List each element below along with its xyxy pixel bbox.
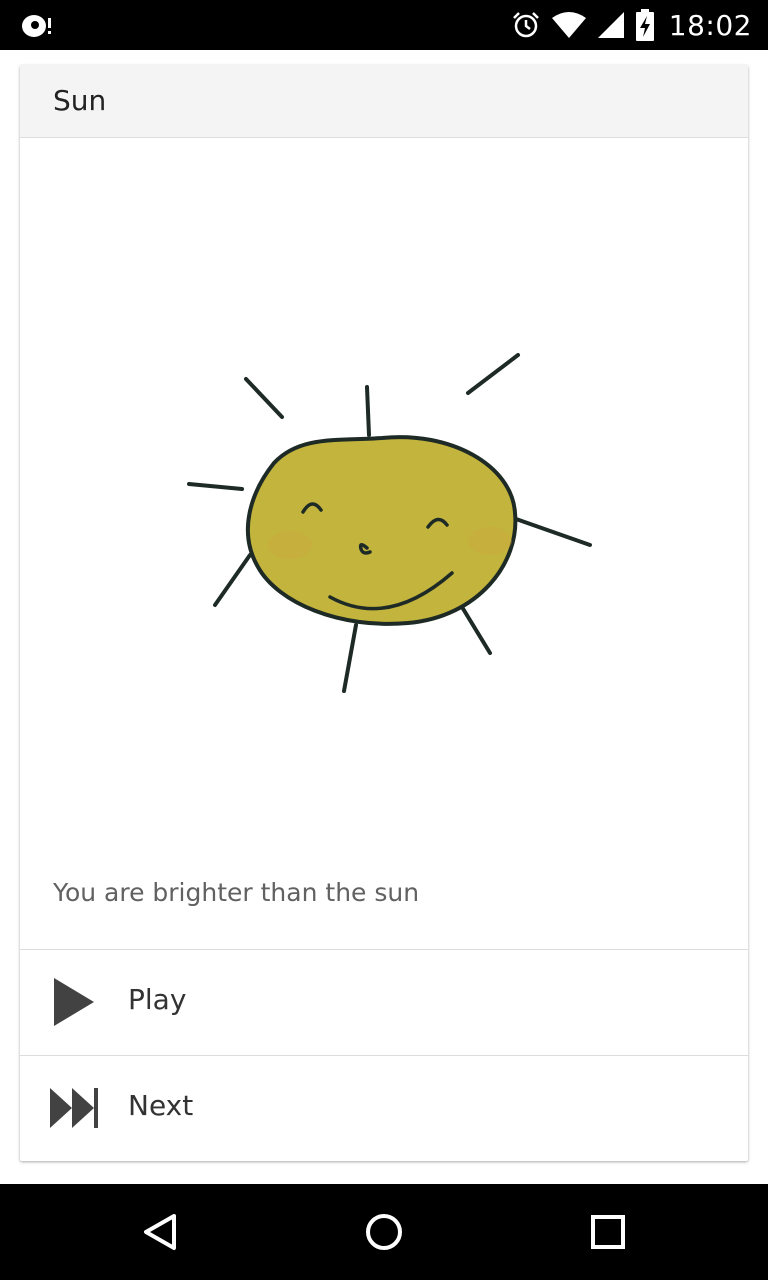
card-header: Sun bbox=[20, 65, 748, 138]
sun-card: Sun You are brighter than the sun Play N… bbox=[20, 65, 748, 1161]
play-button[interactable]: Play bbox=[20, 950, 748, 1054]
status-clock: 18:02 bbox=[668, 8, 752, 42]
skip-next-icon bbox=[50, 1088, 98, 1128]
play-label: Play bbox=[128, 983, 187, 1016]
alarm-icon bbox=[512, 12, 539, 38]
recents-icon[interactable] bbox=[586, 1210, 630, 1254]
card-title: Sun bbox=[53, 84, 107, 117]
play-icon bbox=[54, 978, 94, 1026]
back-icon[interactable] bbox=[138, 1210, 182, 1254]
next-button[interactable]: Next bbox=[20, 1056, 748, 1160]
sun-face bbox=[245, 435, 518, 626]
battery-charging-icon bbox=[635, 9, 654, 41]
sun-illustration bbox=[187, 353, 592, 693]
status-icons: 18:02 bbox=[501, 0, 752, 50]
navigation-bar bbox=[0, 1184, 768, 1280]
home-icon[interactable] bbox=[362, 1210, 406, 1254]
status-bar: 18:02 bbox=[0, 0, 768, 50]
wifi-icon bbox=[551, 12, 586, 38]
next-label: Next bbox=[128, 1089, 194, 1122]
card-caption: You are brighter than the sun bbox=[53, 878, 420, 907]
cellular-signal-icon bbox=[597, 12, 624, 38]
notification-icon bbox=[22, 15, 51, 37]
